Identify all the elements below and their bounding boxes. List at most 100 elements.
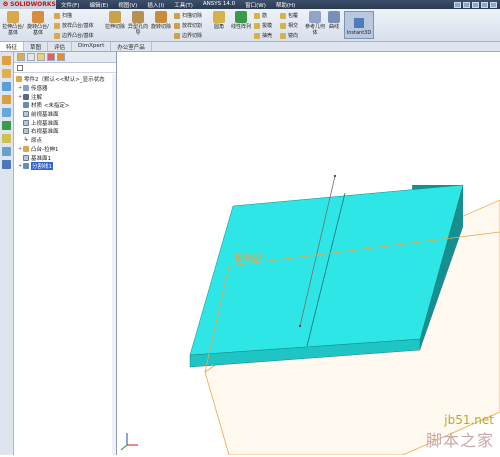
graphics-viewport[interactable]: 基准面1 jb51.net 脚本之家 [117, 52, 500, 456]
tree-node-front-plane[interactable]: 前视基准面 [14, 110, 116, 119]
menu-window[interactable]: 窗口(W) [240, 1, 271, 9]
plane-icon [23, 111, 29, 118]
split-line-icon [23, 163, 29, 170]
title-bar: Ꙩ SOLIDWORKS 文件(F) 编辑(E) 视图(V) 插入(I) 工具(… [0, 0, 500, 9]
plane-icon[interactable] [2, 108, 11, 117]
ds-logo-icon: Ꙩ [3, 1, 9, 8]
draft-button[interactable]: 拔模 [254, 22, 272, 29]
intersect-button[interactable]: 相交 [280, 22, 298, 29]
mirror-button[interactable]: 镜向 [280, 32, 298, 39]
menu-insert[interactable]: 插入(I) [142, 1, 169, 9]
plane-label: 基准面1 [234, 252, 263, 262]
extrude-cut-icon [109, 11, 121, 23]
app-logo: Ꙩ SOLIDWORKS [0, 0, 56, 9]
menu-ansys[interactable]: ANSYS 14.0 [198, 1, 240, 9]
sweep-button[interactable]: 扫描 [54, 12, 72, 19]
boss-icon[interactable] [2, 56, 11, 65]
undo-icon[interactable] [490, 1, 497, 8]
menu-tools[interactable]: 工具(T) [169, 1, 198, 9]
tab-sketch[interactable]: 草图 [24, 42, 49, 51]
plane-icon [23, 119, 29, 126]
origin-icon: ↳ [23, 136, 29, 144]
tab-dimxpert[interactable]: DimXpert [72, 42, 112, 51]
mirror-icon [280, 32, 286, 39]
tree-node-origin[interactable]: ↳ 原点 [14, 136, 116, 145]
tab-office-products[interactable]: 办公室产品 [111, 42, 152, 51]
configuration-tab-icon[interactable] [37, 53, 45, 61]
sensor-icon [23, 85, 29, 92]
box-top-face[interactable] [189, 184, 464, 356]
revolved-cut-button[interactable]: 旋转切除 [150, 11, 172, 30]
feature-tree-tab-icon[interactable] [17, 53, 25, 61]
boundary-boss-button[interactable]: 边界凸台/基体 [54, 32, 94, 39]
sketch-endpoint[interactable] [298, 324, 302, 328]
menu-edit[interactable]: 编辑(E) [84, 1, 113, 9]
cut-icon[interactable] [2, 69, 11, 78]
wrap-button[interactable]: 包覆 [280, 12, 298, 19]
instant3d-small-icon[interactable] [2, 160, 11, 169]
display-manager-tab-icon[interactable] [57, 53, 65, 61]
menu-view[interactable]: 视图(V) [113, 1, 142, 9]
left-toolbar [0, 52, 14, 455]
tree-node-sensors[interactable]: + 传感器 [14, 84, 116, 93]
tree-node-right-plane[interactable]: 右视基准面 [14, 127, 116, 136]
tree-node-annotations[interactable]: + 注解 [14, 92, 116, 101]
menu-file[interactable]: 文件(F) [56, 1, 84, 9]
linear-pattern-icon [235, 11, 247, 23]
shell-icon [254, 32, 260, 39]
lofted-cut-icon [174, 22, 180, 29]
quick-access-toolbar [454, 1, 500, 8]
lofted-cut-button[interactable]: 放样切割 [174, 22, 202, 29]
tree-node-material[interactable]: 材质 <未指定> [14, 101, 116, 110]
new-icon[interactable] [454, 1, 461, 8]
print-icon[interactable] [481, 1, 488, 8]
rib-button[interactable]: 筋 [254, 12, 267, 19]
app-logo-text: SOLIDWORKS [10, 1, 56, 8]
filter-icon[interactable] [17, 64, 23, 71]
extruded-boss-button[interactable]: 拉伸凸台/基体 [2, 11, 24, 36]
linear-pattern-button[interactable]: 线性阵列 [230, 11, 252, 30]
fillet-button[interactable]: 圆角 [210, 11, 228, 30]
pattern-icon[interactable] [2, 121, 11, 130]
curves-button[interactable]: 曲线 [326, 11, 342, 30]
tree-node-split-line[interactable]: + 分割线1 [14, 162, 116, 171]
command-tabs: 特征 草图 评估 DimXpert 办公室产品 [0, 42, 500, 52]
boundary-cut-button[interactable]: 边界切除 [174, 32, 202, 39]
loft-icon [54, 22, 60, 29]
dimxpert-tab-icon[interactable] [47, 53, 55, 61]
revolve-icon[interactable] [2, 95, 11, 104]
coordinate-triad [120, 433, 138, 451]
annotation-icon [23, 93, 29, 100]
tree-node-plane1[interactable]: 基准面1 [14, 153, 116, 162]
curves-icon [328, 11, 340, 23]
watermark: jb51.net 脚本之家 [426, 413, 494, 451]
tab-evaluate[interactable]: 评估 [48, 42, 73, 51]
swept-cut-icon [174, 12, 180, 19]
fillet-icon [213, 11, 225, 23]
revolved-boss-button[interactable]: 旋转凸台/基体 [26, 11, 50, 36]
hole-wizard-button[interactable]: 异型孔向导 [127, 11, 149, 36]
open-icon[interactable] [463, 1, 470, 8]
sketch-icon[interactable] [2, 82, 11, 91]
loft-boss-button[interactable]: 放样凸台/基体 [54, 22, 94, 29]
tree-node-boss-extrude[interactable]: + 凸台-拉伸1 [14, 145, 116, 154]
tree-node-top-plane[interactable]: 上视基准面 [14, 118, 116, 127]
extruded-cut-button[interactable]: 拉伸切除 [104, 11, 126, 30]
reference-geometry-button[interactable]: 参考几何体 [305, 11, 325, 36]
curve-icon[interactable] [2, 147, 11, 156]
tree-scrollbar[interactable] [112, 74, 116, 455]
property-manager-tab-icon[interactable] [27, 53, 35, 61]
menu-bar: 文件(F) 编辑(E) 视图(V) 插入(I) 工具(T) ANSYS 14.0… [56, 1, 300, 9]
plane-icon [23, 128, 29, 135]
menu-help[interactable]: 帮助(H) [271, 1, 300, 9]
shell-button[interactable]: 抽壳 [254, 32, 272, 39]
save-icon[interactable] [472, 1, 479, 8]
swept-cut-button[interactable]: 扫描切除 [174, 12, 202, 19]
sketch-endpoint[interactable] [333, 174, 337, 178]
tab-features[interactable]: 特征 [0, 42, 25, 51]
tree-node-part[interactable]: 零件2（默认<<默认>_显示状态 [14, 75, 116, 84]
fillet-small-icon[interactable] [2, 134, 11, 143]
instant3d-button[interactable]: Instant3D [344, 11, 374, 39]
feature-tree: 零件2（默认<<默认>_显示状态 + 传感器 + 注解 材质 <未指定> 前视基… [14, 73, 116, 171]
tree-filter-bar [14, 63, 116, 73]
